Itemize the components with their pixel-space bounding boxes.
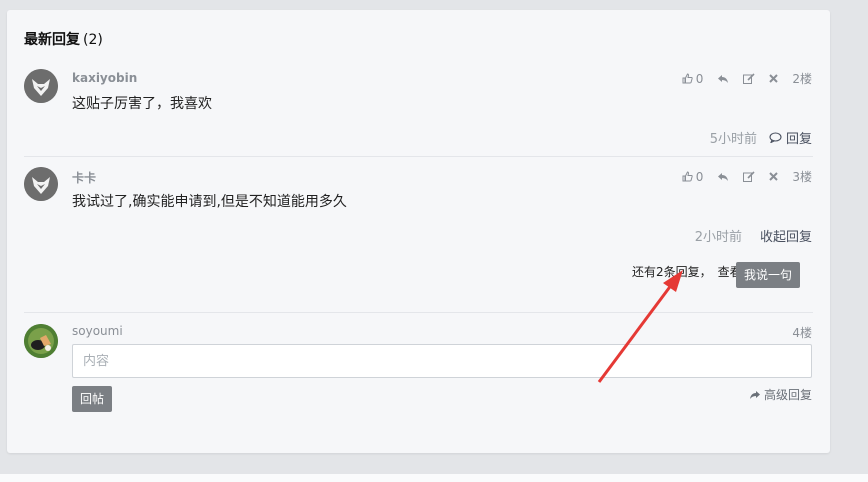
edit-icon [743,171,755,182]
more-replies-count: 还有2条回复， [632,265,712,279]
avatar[interactable] [24,167,58,201]
share-icon [749,390,760,399]
like-button[interactable]: 0 [682,169,704,184]
reply-time: 2小时前 [694,230,742,245]
reply-content: 这贴子厉害了，我喜欢 [72,96,212,112]
reply-meta: 5小时前 回复 [710,128,812,147]
floor-number: 3楼 [792,170,812,184]
divider [24,312,813,313]
more-replies-text: 还有2条回复， 查看 [632,263,742,280]
delete-button[interactable] [769,74,779,83]
reply-link-label: 回复 [785,132,812,147]
thumbs-up-icon [682,171,693,182]
advanced-reply-link[interactable]: 高级回复 [749,386,812,403]
delete-icon [769,172,779,181]
reply-author[interactable]: 卡卡 [72,169,96,186]
current-username: soyoumi [72,324,123,338]
edit-button[interactable] [743,171,755,182]
reply-content: 我试过了,确实能申请到,但是不知道能用多久 [72,194,347,210]
reply-meta: 2小时前 收起回复 [695,226,812,245]
reply-time: 5小时前 [709,132,757,147]
collapse-replies-link[interactable]: 收起回复 [760,226,812,245]
advanced-reply-label: 高级回复 [763,388,812,402]
thumbs-up-icon [682,73,693,84]
reply-author[interactable]: kaxiyobin [72,71,137,85]
like-count: 0 [695,71,704,86]
avatar[interactable] [24,324,58,358]
reply-tools: 0 3楼 [682,168,812,185]
reply-button[interactable] [717,172,729,182]
delete-button[interactable] [769,172,779,181]
floor-number: 2楼 [792,72,812,86]
floor-number: 4楼 [792,326,812,340]
card-header: 最新回复 (2) [24,29,103,49]
like-count: 0 [695,169,704,184]
delete-icon [769,74,779,83]
reply-link[interactable]: 回复 [769,128,812,147]
like-button[interactable]: 0 [682,71,704,86]
reply-tools: 0 2楼 [682,70,812,87]
post-reply-button[interactable]: 回帖 [72,386,113,412]
reply-count: (2) [83,32,103,48]
reply-arrow-icon [718,74,729,83]
edit-button[interactable] [743,73,755,84]
reply-button[interactable] [717,74,729,84]
avatar[interactable] [24,69,58,103]
page-bottom-strip [0,474,868,482]
replies-card: 最新回复 (2) kaxiyobin 这贴子厉害了，我喜欢 0 2楼 5小时前 回… [7,10,830,453]
divider [24,156,813,157]
comment-icon [769,132,782,143]
edit-icon [743,73,755,84]
section-title: 最新回复 [24,32,80,48]
reply-arrow-icon [718,172,729,181]
reply-content-input[interactable] [72,344,812,378]
say-something-button[interactable]: 我说一句 [736,262,801,288]
